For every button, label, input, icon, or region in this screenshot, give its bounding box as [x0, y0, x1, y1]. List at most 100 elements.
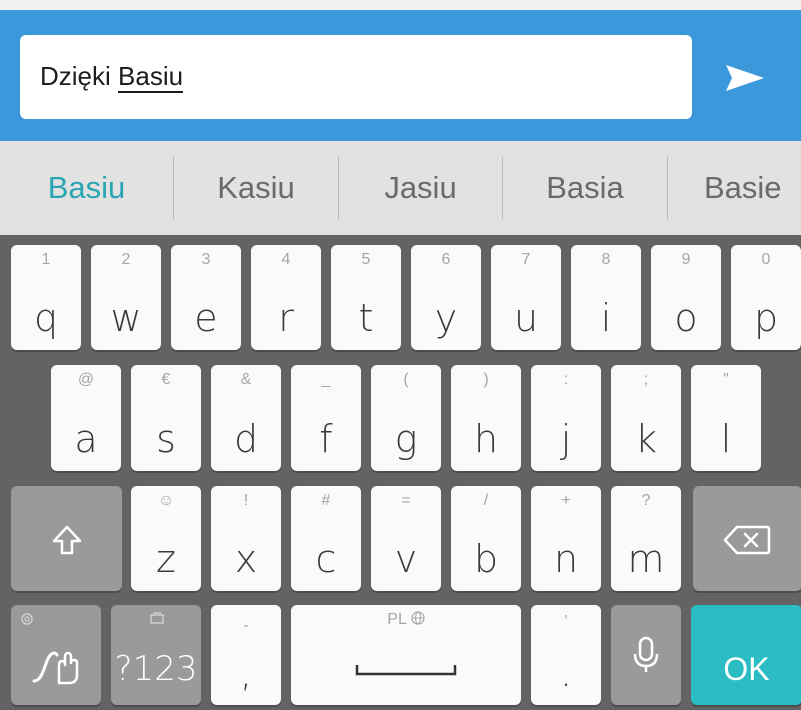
suggestion-5[interactable]: Basie [668, 141, 801, 235]
key-h[interactable]: ) h [451, 365, 521, 471]
key-label: u [513, 296, 539, 340]
key-hint: 3 [201, 251, 211, 268]
suggestion-3[interactable]: Jasiu [339, 141, 502, 235]
key-hint: ! [243, 492, 249, 509]
backspace-icon [723, 525, 771, 555]
key-hint: + [561, 492, 571, 509]
composing-word: Basiu [118, 61, 184, 93]
key-hint: # [321, 492, 331, 509]
key-d[interactable]: & d [211, 365, 281, 471]
key-hint: 4 [281, 251, 291, 268]
key-c[interactable]: # c [291, 486, 361, 591]
period-key[interactable]: ' . [531, 605, 601, 705]
key-label: e [194, 296, 218, 340]
key-hint: 9 [681, 251, 691, 268]
space-key[interactable]: PL [291, 605, 521, 705]
suggestion-strip: Basiu Kasiu Jasiu Basia Basie [0, 141, 801, 235]
key-b[interactable]: / b [451, 486, 521, 591]
message-input[interactable]: Dzięki Basiu [20, 35, 692, 119]
microphone-icon [633, 636, 659, 672]
key-hint: ; [643, 371, 649, 388]
key-label: j [560, 417, 572, 461]
key-label: p [753, 296, 779, 340]
ok-key[interactable]: OK [691, 605, 801, 705]
key-l[interactable]: " l [691, 365, 761, 471]
key-e[interactable]: 3e [171, 245, 241, 350]
language-indicator: PL [291, 611, 521, 629]
key-f[interactable]: _ f [291, 365, 361, 471]
key-t[interactable]: 5t [331, 245, 401, 350]
key-label: f [319, 417, 333, 461]
key-i[interactable]: 8i [571, 245, 641, 350]
backspace-key[interactable] [693, 486, 801, 591]
key-hint: ( [403, 371, 409, 388]
key-hint: / [483, 492, 489, 509]
clipboard-icon [150, 612, 164, 624]
key-hint: 5 [361, 251, 371, 268]
shift-icon [52, 525, 82, 555]
space-bar-icon [355, 665, 457, 676]
globe-icon [411, 611, 425, 625]
key-hint: = [401, 492, 411, 509]
key-hint: 6 [441, 251, 451, 268]
key-label: q [33, 296, 59, 340]
symbols-key[interactable]: ?123 [111, 605, 201, 705]
key-label: x [234, 537, 258, 581]
key-x[interactable]: ! x [211, 486, 281, 591]
key-hint: 0 [761, 251, 771, 268]
key-hint: ) [483, 371, 489, 388]
key-r[interactable]: 4r [251, 245, 321, 350]
suggestion-2[interactable]: Kasiu [174, 141, 338, 235]
key-o[interactable]: 9o [651, 245, 721, 350]
key-label: d [233, 417, 259, 461]
key-n[interactable]: + n [531, 486, 601, 591]
key-k[interactable]: ; k [611, 365, 681, 471]
key-label: . [559, 651, 573, 695]
shift-key[interactable] [11, 486, 122, 591]
key-y[interactable]: 6y [411, 245, 481, 350]
key-g[interactable]: (g [371, 365, 441, 471]
key-label: r [278, 296, 294, 340]
key-label: t [358, 296, 374, 340]
suggestion-1[interactable]: Basiu [0, 141, 173, 235]
symbols-label: ?123 [114, 649, 198, 689]
key-w[interactable]: 2w [91, 245, 161, 350]
key-label: v [394, 537, 418, 581]
key-label: s [156, 417, 176, 461]
key-a[interactable]: @ a [51, 365, 121, 471]
key-label: n [553, 537, 579, 581]
key-label: c [315, 537, 337, 581]
key-hint: : [563, 371, 569, 388]
suggestion-4[interactable]: Basia [503, 141, 667, 235]
key-hint: _ [321, 371, 331, 388]
key-v[interactable]: = v [371, 486, 441, 591]
key-label: b [473, 537, 499, 581]
comma-key[interactable]: - , [211, 605, 281, 705]
key-label: g [394, 417, 418, 461]
status-strip [0, 0, 801, 10]
key-hint: " [723, 371, 729, 388]
key-m[interactable]: ? m [611, 486, 681, 591]
key-p[interactable]: 0p [731, 245, 801, 350]
key-label: a [74, 417, 98, 461]
key-hint: € [161, 371, 171, 388]
key-u[interactable]: 7u [491, 245, 561, 350]
key-s[interactable]: € s [131, 365, 201, 471]
key-hint: 1 [41, 251, 51, 268]
key-z[interactable]: ☺ z [131, 486, 201, 591]
key-hint: ☺ [157, 492, 175, 509]
key-hint: 7 [521, 251, 531, 268]
compose-bar: Dzięki Basiu [0, 10, 801, 141]
key-j[interactable]: :j [531, 365, 601, 471]
key-label: y [434, 296, 458, 340]
message-text: Dzięki Basiu [40, 61, 184, 93]
key-hint: 2 [121, 251, 131, 268]
ok-label: OK [723, 651, 770, 687]
gesture-key[interactable] [11, 605, 101, 705]
key-label: k [634, 417, 657, 461]
send-icon[interactable] [718, 52, 770, 104]
key-label: , [239, 651, 253, 695]
key-q[interactable]: 1q [11, 245, 81, 350]
voice-input-key[interactable] [611, 605, 681, 705]
key-hint: & [240, 371, 252, 388]
